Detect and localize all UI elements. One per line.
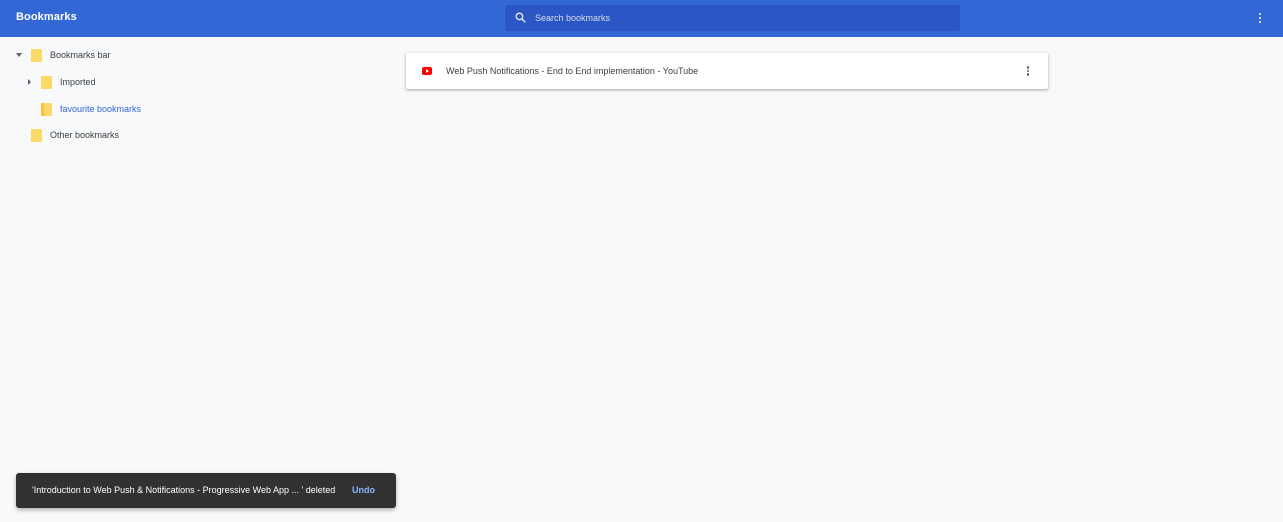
toast-message: 'Introduction to Web Push & Notification… bbox=[32, 485, 336, 495]
sidebar-item-label: Bookmarks bar bbox=[50, 50, 111, 60]
toast: 'Introduction to Web Push & Notification… bbox=[16, 473, 396, 508]
search-box[interactable] bbox=[505, 5, 960, 31]
folder-open-icon bbox=[41, 102, 52, 116]
folder-icon bbox=[41, 75, 52, 89]
page-title: Bookmarks bbox=[16, 11, 77, 23]
folder-icon bbox=[31, 48, 42, 62]
chevron-right-icon[interactable] bbox=[25, 77, 35, 87]
folder-icon bbox=[31, 128, 42, 142]
bookmark-title: Web Push Notifications - End to End impl… bbox=[446, 66, 699, 76]
list-item[interactable]: Web Push Notifications - End to End impl… bbox=[406, 53, 1048, 89]
search-icon bbox=[515, 12, 526, 23]
undo-button[interactable]: Undo bbox=[352, 485, 375, 495]
more-vert-icon[interactable] bbox=[1250, 8, 1270, 28]
search-input[interactable] bbox=[535, 5, 955, 31]
sidebar-item-other-bookmarks[interactable]: Other bookmarks bbox=[31, 125, 119, 145]
sidebar-item-label: Other bookmarks bbox=[50, 130, 120, 140]
sidebar-item-label: Imported bbox=[60, 77, 96, 87]
sidebar-item-favourite-bookmarks[interactable]: favourite bookmarks bbox=[41, 99, 141, 119]
youtube-icon bbox=[422, 67, 432, 75]
sidebar-item-imported[interactable]: Imported bbox=[25, 72, 96, 92]
toolbar: Bookmarks bbox=[0, 0, 1283, 37]
bookmark-list: Web Push Notifications - End to End impl… bbox=[406, 53, 1048, 89]
more-vert-icon[interactable] bbox=[1020, 62, 1036, 80]
sidebar-item-bookmarks-bar[interactable]: Bookmarks bar bbox=[14, 45, 111, 65]
chevron-down-icon[interactable] bbox=[14, 50, 24, 60]
sidebar-item-label: favourite bookmarks bbox=[60, 104, 142, 114]
